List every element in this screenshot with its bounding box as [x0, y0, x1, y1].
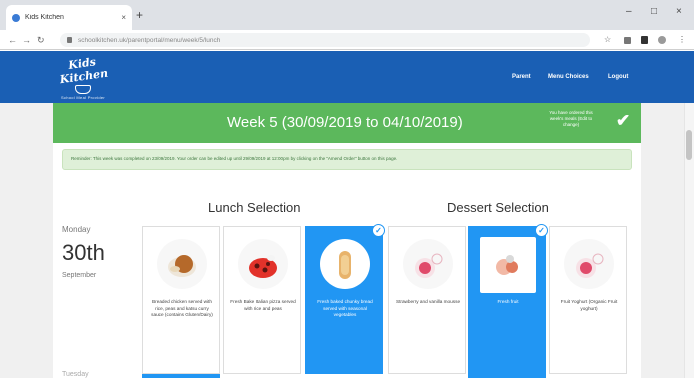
dessert-option-caption: Strawberry and vanilla mousse	[395, 299, 461, 304]
next-day-name: Tuesday	[62, 371, 89, 378]
checkmark-icon: ✔	[616, 111, 631, 130]
yoghurt-icon	[564, 239, 614, 289]
mousse-icon	[403, 239, 453, 289]
day-name: Monday	[62, 225, 91, 234]
page-scrollbar-thumb[interactable]	[686, 130, 692, 160]
reload-icon[interactable]: ↻	[37, 34, 45, 46]
cooking-pot-icon	[75, 85, 91, 94]
forward-icon[interactable]: →	[22, 34, 31, 46]
browser-address-bar: ← → ↻ schoolkitchen.uk/parentportal/menu…	[0, 30, 694, 50]
dessert-option-caption: Fruit Yoghurt (Organic Fruit yoghurt)	[560, 299, 618, 311]
site-favicon-icon	[12, 13, 20, 22]
site-logo[interactable]: Kids Kitchen School Meal Provider	[48, 55, 118, 100]
browser-tab[interactable]: Kids Kitchen ×	[6, 5, 132, 30]
nav-link-logout[interactable]: Logout	[608, 74, 628, 80]
reminder-alert-text: Reminder: This week was completed on 23/…	[71, 156, 398, 161]
tab-title: Kids Kitchen	[25, 14, 64, 21]
nav-link-menu-choices[interactable]: Menu Choices	[548, 74, 589, 80]
back-icon[interactable]: ←	[8, 34, 17, 46]
lunch-section-title: Lunch Selection	[208, 200, 301, 215]
next-day-selected-card[interactable]	[142, 374, 220, 378]
next-day-selected-card[interactable]	[468, 374, 546, 378]
dessert-option-caption: Fresh fruit	[497, 299, 519, 304]
bookmark-star-icon[interactable]: ☆	[604, 35, 611, 45]
week-title: Week 5 (30/09/2019 to 04/10/2019)	[227, 114, 463, 131]
logo-wordmark: Kids Kitchen	[58, 55, 109, 87]
url-text: schoolkitchen.uk/parentportal/menu/week/…	[78, 36, 221, 44]
bread-icon	[320, 239, 370, 289]
week-status-note: You have ordered this week's meals (Edit…	[549, 110, 593, 127]
browser-tab-bar: Kids Kitchen × + – □ ×	[0, 0, 694, 30]
extension-icon[interactable]	[641, 36, 648, 44]
nav-link-parent[interactable]: Parent	[512, 74, 531, 80]
extension-icon[interactable]	[624, 37, 631, 44]
selected-check-icon: ✓	[372, 224, 385, 237]
browser-menu-icon[interactable]: ⋮	[678, 35, 686, 45]
lunch-option-caption: Fresh Bake Italian pizza served with ric…	[230, 299, 296, 311]
url-field[interactable]: schoolkitchen.uk/parentportal/menu/week/…	[60, 33, 590, 47]
dessert-section-title: Dessert Selection	[447, 200, 549, 215]
window-minimize-icon[interactable]: –	[626, 6, 632, 17]
site-header: Kids Kitchen School Meal Provider Parent…	[0, 51, 694, 103]
week-banner: Week 5 (30/09/2019 to 04/10/2019) You ha…	[53, 103, 641, 143]
lock-icon	[67, 37, 72, 43]
new-tab-icon[interactable]: +	[136, 9, 143, 21]
day-month: September	[62, 272, 97, 279]
fruit-icon	[480, 237, 536, 293]
dessert-option-card[interactable]: Fruit Yoghurt (Organic Fruit yoghurt)	[549, 226, 627, 374]
tab-close-icon[interactable]: ×	[121, 13, 126, 22]
lunch-option-card[interactable]: Fresh Bake Italian pizza served with ric…	[223, 226, 301, 374]
lunch-option-card[interactable]: Breaded chicken served with rice, peas a…	[142, 226, 220, 374]
selected-check-icon: ✓	[535, 224, 548, 237]
day-column: Monday 30th September	[62, 225, 132, 279]
window-close-icon[interactable]: ×	[676, 6, 682, 17]
dessert-option-card-selected[interactable]: Fresh fruit ✓	[468, 224, 548, 374]
lunch-option-card-selected[interactable]: Fresh baked chunky bread served with sea…	[305, 224, 385, 374]
window-maximize-icon[interactable]: □	[651, 6, 657, 17]
chicken-katsu-icon	[157, 239, 207, 289]
lunch-option-caption: Fresh baked chunky bread served with sea…	[317, 299, 373, 317]
pizza-icon	[238, 239, 288, 289]
logo-tagline: School Meal Provider	[60, 95, 106, 100]
lunch-option-caption: Breaded chicken served with rice, peas a…	[151, 299, 213, 317]
day-number: 30th	[62, 240, 105, 265]
profile-avatar-icon[interactable]	[658, 36, 666, 44]
reminder-alert: Reminder: This week was completed on 23/…	[62, 149, 632, 170]
dessert-option-card[interactable]: Strawberry and vanilla mousse	[388, 226, 466, 374]
